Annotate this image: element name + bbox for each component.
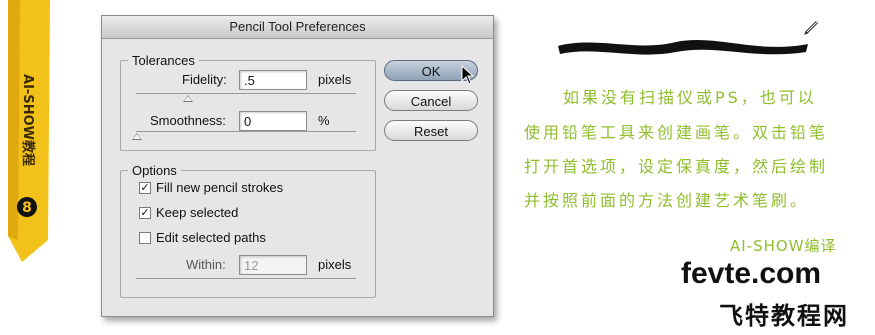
smoothness-unit: % (318, 113, 330, 128)
note-line-4: 并按照前面的方法创建艺术笔刷。 (524, 191, 810, 210)
scribble-stroke (558, 40, 808, 55)
ribbon-text: AI-SHOW教程 (20, 74, 36, 166)
keep-selected-checkbox[interactable]: ✓ (139, 207, 151, 219)
smoothness-input[interactable]: 0 (239, 111, 307, 131)
edit-paths-checkbox[interactable] (139, 232, 151, 244)
side-ribbon: AI-SHOW教程 8 (0, 0, 60, 265)
note-signature: AI-SHOW编译 (730, 237, 837, 255)
within-unit: pixels (318, 257, 352, 272)
smoothness-slider-thumb[interactable] (132, 133, 142, 140)
tolerances-legend: Tolerances (128, 53, 199, 68)
note-line-2: 使用铅笔工具来创建画笔。双击铅笔 (524, 123, 829, 142)
mouse-cursor-icon (461, 65, 475, 85)
fidelity-unit: pixels (318, 72, 352, 87)
pencil-tool-preferences-dialog: Pencil Tool Preferences Tolerances Fidel… (101, 15, 494, 317)
note-line-1: 如果没有扫描仪或PS，也可以 (563, 88, 817, 107)
note-line-3: 打开首选项，设定保真度，然后绘制 (524, 157, 829, 176)
within-slider-track (136, 278, 356, 279)
fidelity-input[interactable]: .5 (239, 70, 307, 90)
ribbon-number: 8 (22, 200, 32, 216)
fill-strokes-checkbox[interactable]: ✓ (139, 182, 151, 194)
fidelity-slider-thumb[interactable] (183, 95, 193, 102)
fidelity-slider-track[interactable] (136, 93, 356, 94)
within-input[interactable]: 12 (239, 255, 307, 275)
watermark-name: 飞特教程网 (719, 303, 849, 330)
dialog-title: Pencil Tool Preferences (102, 16, 493, 39)
checkmark-icon: ✓ (140, 182, 150, 194)
watermark-site: fevte.com (681, 257, 822, 290)
fidelity-label: Fidelity: (182, 72, 227, 87)
within-label: Within: (186, 257, 226, 272)
edit-paths-label[interactable]: Edit selected paths (156, 230, 266, 245)
cancel-button[interactable]: Cancel (384, 90, 478, 111)
reset-button[interactable]: Reset (384, 120, 478, 141)
options-legend: Options (128, 163, 181, 178)
fill-strokes-label[interactable]: Fill new pencil strokes (156, 180, 283, 195)
keep-selected-label[interactable]: Keep selected (156, 205, 238, 220)
smoothness-slider-track[interactable] (136, 131, 356, 132)
checkmark-icon: ✓ (140, 207, 150, 219)
smoothness-label: Smoothness: (150, 113, 226, 128)
